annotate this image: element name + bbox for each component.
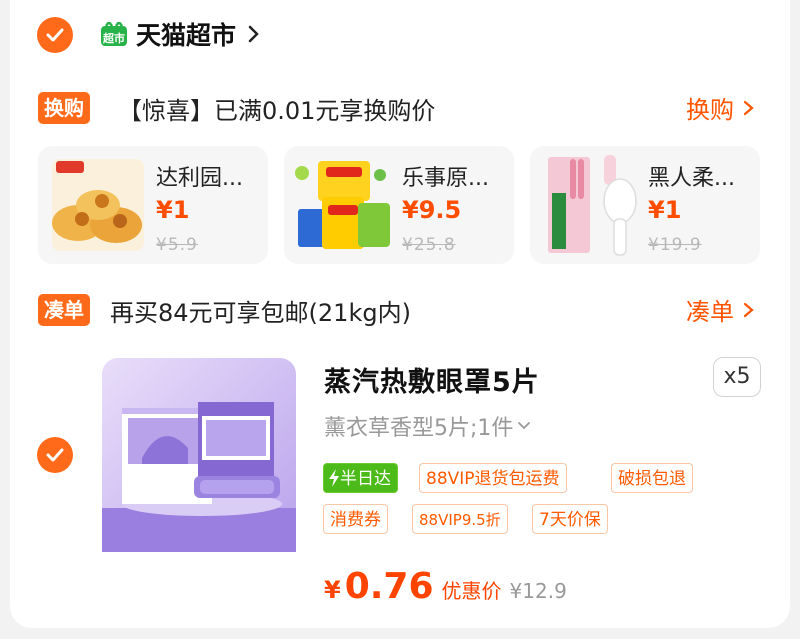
gift-item[interactable]: 达利园... ¥1 ¥5.9 xyxy=(38,146,268,264)
store-name: 天猫超市 xyxy=(136,21,237,50)
gift-name: 乐事原... xyxy=(402,166,489,191)
gift-price: ¥9.5 xyxy=(402,196,462,224)
bundle-text: 再买84元可享包邮(21kg内) xyxy=(110,299,411,327)
check-icon xyxy=(46,28,64,42)
gift-original-price: ¥19.9 xyxy=(648,235,702,255)
price-block: ¥ 0.76 优惠价 ¥12.9 xyxy=(324,566,567,607)
return-shipping-tag: 88VIP退货包运费 xyxy=(419,463,567,493)
gift-original-price: ¥25.8 xyxy=(402,235,456,255)
bundle-link[interactable]: 凑单 xyxy=(686,292,756,327)
swap-text: 【惊喜】已满0.01元享换购价 xyxy=(118,97,436,125)
swap-tag: 换购 xyxy=(38,92,90,124)
tmall-supermarket-logo-icon: 超市 xyxy=(100,19,128,48)
gift-original-price: ¥5.9 xyxy=(156,235,198,255)
swap-link-label: 换购 xyxy=(686,96,734,124)
tag-label: 半日达 xyxy=(340,469,391,489)
product-title[interactable]: 蒸汽热敷眼罩5片 xyxy=(324,360,540,399)
damage-return-tag: 破损包退 xyxy=(611,463,693,493)
coupon-tag: 消费券 xyxy=(323,504,388,534)
chevron-down-icon xyxy=(518,422,531,430)
store-select-checkbox[interactable] xyxy=(37,17,73,53)
check-icon xyxy=(46,448,64,462)
bundle-tag: 凑单 xyxy=(38,294,90,326)
eye-mask-product-image[interactable] xyxy=(102,358,296,552)
store-name-link[interactable]: 天猫超市 xyxy=(136,16,262,52)
item-select-checkbox[interactable] xyxy=(37,437,73,473)
pastry-product-image xyxy=(52,159,144,251)
vip-discount-tag: 88VIP9.5折 xyxy=(412,504,508,534)
gift-item[interactable]: 乐事原... ¥9.5 ¥25.8 xyxy=(284,146,514,264)
bundle-link-label: 凑单 xyxy=(686,298,734,326)
price-value: 0.76 xyxy=(344,566,434,607)
variant-selector[interactable]: 薰衣草香型5片;1件 xyxy=(324,410,531,442)
chevron-right-icon xyxy=(743,302,754,317)
gift-name: 黑人柔... xyxy=(648,166,735,191)
gift-item[interactable]: 黑人柔... ¥1 ¥19.9 xyxy=(530,146,760,264)
price-label: 优惠价 xyxy=(441,579,502,603)
gift-name: 达利园... xyxy=(156,166,243,191)
lightning-icon xyxy=(329,469,339,487)
quantity-badge[interactable]: x5 xyxy=(713,357,761,397)
chips-product-image xyxy=(292,153,396,257)
price-currency: ¥ xyxy=(324,576,341,604)
chevron-right-icon xyxy=(248,25,259,43)
swap-link[interactable]: 换购 xyxy=(686,90,756,125)
logo-text: 超市 xyxy=(103,32,125,45)
half-day-delivery-tag: 半日达 xyxy=(323,463,398,493)
price-protection-tag: 7天价保 xyxy=(532,504,608,534)
gift-price: ¥1 xyxy=(648,196,682,224)
store-card: 超市 天猫超市 换购 【惊喜】已满0.01元享换购价 换购 达利园... ¥1 … xyxy=(10,0,790,628)
chevron-right-icon xyxy=(743,100,754,115)
original-price: ¥12.9 xyxy=(509,579,567,603)
gift-price: ¥1 xyxy=(156,196,190,224)
toothbrush-product-image xyxy=(538,153,642,257)
variant-label: 薰衣草香型5片;1件 xyxy=(324,416,514,441)
